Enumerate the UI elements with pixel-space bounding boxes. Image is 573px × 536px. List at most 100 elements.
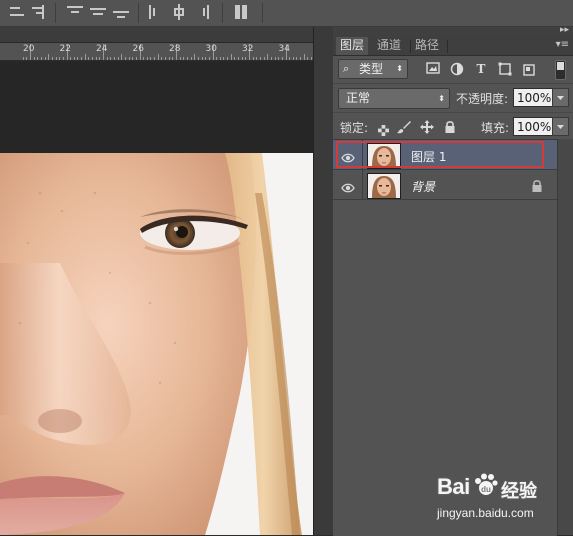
align-bottom-icon[interactable] [8, 3, 26, 21]
ruler-tick [186, 57, 188, 60]
ruler-tick [106, 57, 108, 60]
shape-filter-icon[interactable] [498, 62, 512, 76]
ruler-tick [307, 57, 309, 60]
highlight-box [336, 141, 544, 168]
opacity-label: 不透明度: [456, 92, 509, 106]
layer-row[interactable]: 背景 [333, 170, 557, 200]
updown-arrow-icon: ⬍ [396, 64, 403, 73]
ruler-tick [179, 57, 181, 60]
ruler-tick [223, 57, 225, 60]
vertical-scrollbar[interactable] [313, 27, 333, 535]
tab-layers[interactable]: 图层 [336, 37, 369, 55]
lock-paint-icon[interactable] [397, 119, 411, 134]
ruler-tick [183, 57, 185, 60]
ruler-tick [300, 57, 302, 60]
tab-channels[interactable]: 通道 [373, 37, 405, 55]
image-filter-icon[interactable] [426, 62, 440, 76]
filter-toggle-switch[interactable] [555, 60, 566, 80]
blend-mode-select[interactable]: 正常 ⬍ [338, 88, 450, 109]
watermark-url: jingyan.baidu.com [437, 506, 534, 520]
opacity-dropdown[interactable] [552, 88, 569, 107]
lock-transparent-icon[interactable] [378, 121, 389, 136]
ruler-tick [303, 54, 305, 60]
fill-dropdown[interactable] [552, 117, 569, 136]
smart-object-filter-icon[interactable] [522, 62, 536, 76]
visibility-eye-icon[interactable] [341, 179, 355, 193]
align-right-icon[interactable] [28, 3, 46, 21]
ruler-tick [270, 57, 272, 60]
ruler-tick [95, 57, 97, 60]
filter-kind-label: 类型 [359, 62, 384, 76]
distribute-right-icon[interactable] [194, 3, 212, 21]
tab-layers-label: 图层 [340, 38, 365, 52]
ruler-tick [274, 57, 276, 60]
ruler-tick [55, 57, 57, 60]
ruler-tick [267, 54, 269, 60]
ruler-tick [77, 57, 79, 60]
distribute-vcenter-icon[interactable] [89, 3, 107, 21]
face-photo [0, 153, 313, 535]
ruler-tick [73, 57, 75, 60]
distribute-top-icon[interactable] [66, 3, 84, 21]
ruler-tick [48, 54, 50, 60]
lock-position-icon[interactable] [420, 119, 434, 134]
layers-panel: ▸▸ 图层 通道 路径 ▾≡ ⌕ 类型 ⬍ T 正常 ⬍ 不透明度: 100% … [333, 25, 573, 536]
ruler-tick [172, 57, 174, 60]
ruler-tick [88, 57, 90, 60]
ruler-tick [92, 57, 94, 60]
ruler-tick [70, 57, 72, 60]
ruler-tick [296, 57, 298, 60]
collapse-panel-icon[interactable]: ▸▸ [560, 25, 569, 35]
layer-name[interactable]: 背景 [411, 178, 435, 195]
ruler-tick [124, 57, 126, 60]
ruler-tick [216, 57, 218, 60]
opacity-input[interactable]: 100% [513, 88, 553, 107]
type-filter-icon[interactable]: T [474, 62, 488, 76]
ruler-tick [205, 57, 207, 60]
ruler-tick [241, 57, 243, 60]
ruler-tick [201, 57, 203, 60]
ruler-tick [51, 57, 53, 60]
search-icon: ⌕ [343, 62, 350, 75]
ruler-tick [278, 57, 280, 60]
tab-paths-label: 路径 [415, 38, 440, 52]
ruler-tick [292, 57, 294, 60]
updown-arrow-icon: ⬍ [438, 94, 445, 103]
ruler-tick [113, 57, 115, 60]
ruler-label: 24 [96, 44, 108, 54]
paw-icon: du [475, 473, 498, 495]
lock-label: 锁定: [340, 121, 369, 135]
ruler-tick [84, 54, 86, 60]
ruler-tick [259, 57, 261, 60]
ruler-tick [132, 57, 134, 60]
auto-align-icon[interactable] [232, 3, 250, 21]
blend-mode-value: 正常 [346, 91, 371, 105]
panel-menu-icon[interactable]: ▾≡ [556, 40, 569, 50]
distribute-left-icon[interactable] [146, 3, 164, 21]
lock-all-icon[interactable] [444, 119, 456, 133]
ruler-label: 26 [132, 44, 144, 54]
ruler-label: 34 [278, 44, 290, 54]
options-bar [0, 0, 573, 27]
ruler-tick [219, 57, 221, 60]
ruler-label: 20 [23, 44, 35, 54]
ruler-tick [150, 57, 152, 60]
ruler-tick [143, 57, 145, 60]
ruler-tick [168, 57, 170, 60]
filter-kind-select[interactable]: ⌕ 类型 ⬍ [338, 59, 408, 79]
adjustment-filter-icon[interactable] [450, 62, 464, 76]
ruler-tick [128, 57, 130, 60]
ruler-tick [121, 54, 123, 60]
opacity-value: 100% [517, 91, 552, 105]
tab-paths[interactable]: 路径 [411, 37, 443, 55]
layer-filter-row: ⌕ 类型 ⬍ T [333, 56, 573, 82]
watermark-brand: Bai [437, 474, 470, 499]
ruler-tick [311, 57, 313, 60]
fill-input[interactable]: 100% [513, 117, 553, 136]
distribute-hcenter-icon[interactable] [170, 3, 188, 21]
watermark-brand-cn: 经验 [501, 481, 537, 502]
layer-row[interactable]: 图层 1 [333, 140, 557, 170]
canvas-image[interactable] [0, 153, 313, 535]
distribute-bottom-icon[interactable] [112, 3, 130, 21]
fill-value: 100% [517, 120, 552, 134]
